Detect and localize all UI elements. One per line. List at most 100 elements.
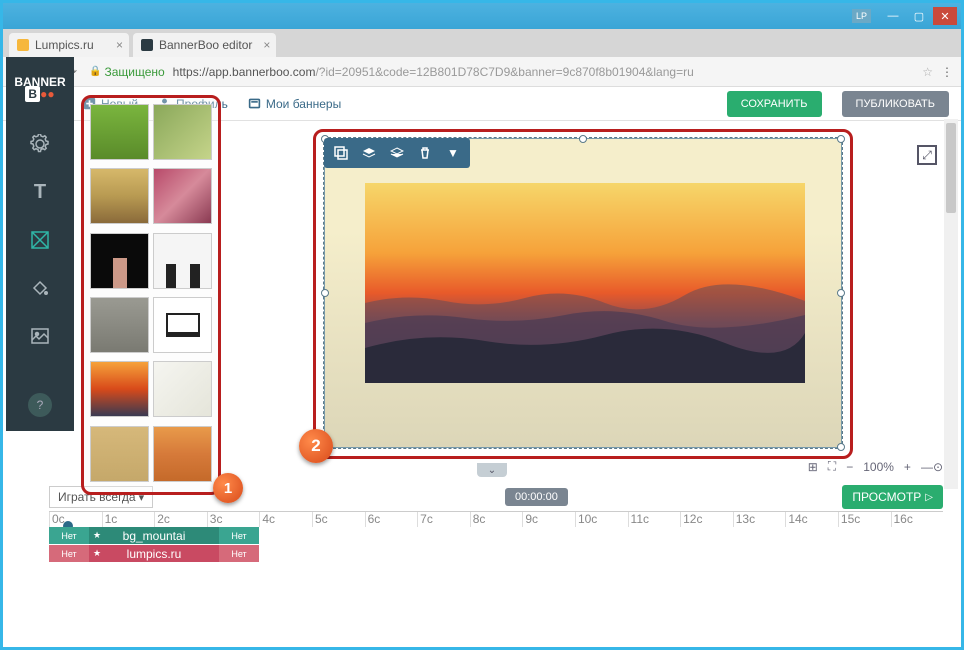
ruler-tick: 5c [312, 512, 365, 527]
annotation-marker-2: 2 [299, 429, 333, 463]
grid-snap-icon[interactable]: ⊞ [808, 460, 818, 474]
resize-handle[interactable] [579, 135, 587, 143]
layer-down-icon[interactable] [384, 142, 410, 164]
texture-thumb[interactable] [90, 361, 149, 417]
texture-thumb[interactable] [90, 426, 149, 482]
texture-thumb[interactable] [153, 426, 212, 482]
zoom-value: 100% [863, 460, 894, 474]
zoom-controls: ⊞ ⛶ − 100% + —⊙ [808, 459, 943, 474]
ruler-tick: 10c [575, 512, 628, 527]
zoom-slider-icon[interactable]: —⊙ [921, 460, 943, 474]
ruler-tick: 4c [259, 512, 312, 527]
ruler-tick: 11c [628, 512, 681, 527]
texture-thumb[interactable] [153, 168, 212, 224]
tab-title: Lumpics.ru [35, 38, 94, 52]
segment[interactable]: Нет [219, 527, 259, 544]
help-button[interactable]: ? [28, 393, 52, 417]
texture-thumb[interactable] [153, 297, 212, 353]
ruler-tick: 9c [522, 512, 575, 527]
ruler-tick: 2c [154, 512, 207, 527]
track-row[interactable]: Нет ★bg_mountai Нет [49, 527, 943, 544]
time-display: 00:00:00 [505, 488, 568, 506]
timeline-tracks: Нет ★bg_mountai Нет Нет ★lumpics.ru Нет [49, 527, 943, 563]
app-logo: BANNERB●● [6, 57, 74, 119]
image-tool[interactable] [29, 325, 51, 347]
publish-button[interactable]: ПУБЛИКОВАТЬ [842, 91, 949, 117]
close-tab-icon[interactable]: × [116, 38, 123, 52]
expand-icon[interactable]: ⤢ [917, 145, 937, 165]
texture-thumb[interactable] [90, 233, 149, 289]
annotation-marker-1: 1 [213, 473, 243, 503]
ruler-tick: 16c [891, 512, 944, 527]
menu-icon[interactable]: ⋮ [941, 65, 953, 79]
sunset-image[interactable] [365, 183, 805, 383]
ruler-tick: 12c [680, 512, 733, 527]
close-tab-icon[interactable]: × [263, 38, 270, 52]
zoom-in-icon[interactable]: + [904, 460, 911, 474]
canvas-area: ▼ [313, 129, 853, 459]
star-icon: ★ [93, 530, 101, 541]
favicon-icon [17, 39, 29, 51]
text-tool[interactable]: T [29, 181, 51, 203]
texture-tool[interactable] [29, 229, 51, 251]
time-ruler[interactable]: 0c1c2c3c4c5c6c7c8c9c10c11c12c13c14c15c16… [49, 511, 943, 527]
texture-thumb[interactable] [90, 297, 149, 353]
window-titlebar: LP — ▢ ✕ [3, 3, 961, 29]
delete-icon[interactable] [412, 142, 438, 164]
ruler-tick: 15c [838, 512, 891, 527]
bookmark-icon[interactable]: ☆ [922, 65, 933, 79]
resize-handle[interactable] [837, 289, 845, 297]
ruler-tick: 6c [365, 512, 418, 527]
tab-bannerboo[interactable]: BannerBoo editor × [133, 33, 276, 57]
resize-handle[interactable] [837, 135, 845, 143]
object-toolbar: ▼ [324, 138, 470, 168]
maximize-button[interactable]: ▢ [907, 7, 931, 25]
settings-tool[interactable] [29, 133, 51, 155]
texture-thumb[interactable] [153, 104, 212, 160]
user-badge: LP [852, 9, 871, 23]
ruler-tick: 8c [470, 512, 523, 527]
ruler-tick: 7c [417, 512, 470, 527]
mybanners-button[interactable]: Мои баннеры [248, 97, 341, 111]
resize-handle[interactable] [837, 443, 845, 451]
collapse-panel-icon[interactable]: ⌄ [477, 463, 507, 477]
texture-thumb[interactable] [153, 233, 212, 289]
segment[interactable]: ★lumpics.ru [89, 545, 219, 562]
ruler-tick: 3c [207, 512, 260, 527]
secure-badge: 🔒 Защищено [89, 65, 165, 79]
preview-button[interactable]: ПРОСМОТР ▷ [842, 485, 943, 509]
banner-canvas[interactable] [324, 138, 842, 448]
save-button[interactable]: СОХРАНИТЬ [727, 91, 822, 117]
texture-thumb[interactable] [90, 168, 149, 224]
star-icon: ★ [93, 548, 101, 559]
side-toolbar: T ? [6, 119, 74, 431]
minimize-button[interactable]: — [881, 7, 905, 25]
url-field[interactable]: https://app.bannerboo.com/?id=20951&code… [173, 65, 915, 79]
layer-up-icon[interactable] [356, 142, 382, 164]
segment[interactable]: Нет [219, 545, 259, 562]
texture-thumb[interactable] [153, 361, 212, 417]
fill-tool[interactable] [29, 277, 51, 299]
texture-grid [81, 95, 221, 495]
close-button[interactable]: ✕ [933, 7, 957, 25]
ruler-tick: 13c [733, 512, 786, 527]
texture-thumb[interactable] [90, 104, 149, 160]
tab-title: BannerBoo editor [159, 38, 252, 52]
segment[interactable]: Нет [49, 527, 89, 544]
ruler-tick: 1c [102, 512, 155, 527]
track-row[interactable]: Нет ★lumpics.ru Нет [49, 545, 943, 562]
ruler-tick: 0c [49, 512, 102, 527]
secure-label: Защищено [104, 65, 164, 79]
scrollbar[interactable] [944, 119, 958, 489]
fullscreen-icon[interactable]: ⛶ [828, 459, 836, 474]
favicon-icon [141, 39, 153, 51]
mybanners-label: Мои баннеры [266, 97, 341, 111]
more-icon[interactable]: ▼ [440, 142, 466, 164]
segment[interactable]: ★bg_mountai [89, 527, 219, 544]
ruler-tick: 14c [785, 512, 838, 527]
resize-handle[interactable] [321, 289, 329, 297]
duplicate-icon[interactable] [328, 142, 354, 164]
segment[interactable]: Нет [49, 545, 89, 562]
zoom-out-icon[interactable]: − [846, 460, 853, 474]
tab-lumpics[interactable]: Lumpics.ru × [9, 33, 129, 57]
